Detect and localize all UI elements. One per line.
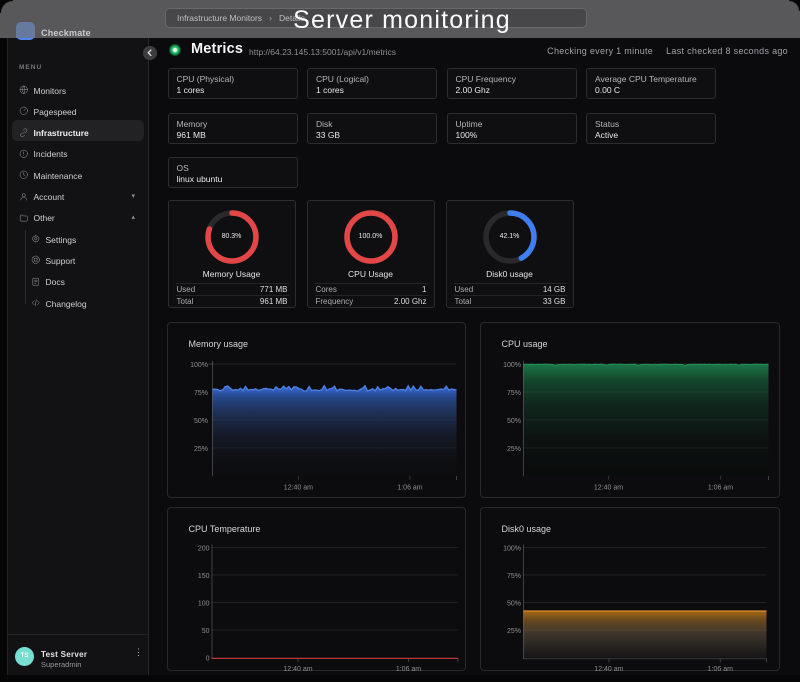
svg-text:0: 0 (205, 655, 209, 662)
svg-text:1:06 am: 1:06 am (707, 485, 732, 492)
svg-text:1:06 am: 1:06 am (397, 485, 422, 492)
svg-text:50%: 50% (193, 418, 207, 425)
svg-text:100%: 100% (190, 362, 208, 369)
svg-text:12:40 am: 12:40 am (593, 485, 622, 492)
svg-text:150: 150 (197, 573, 209, 580)
svg-text:100: 100 (197, 601, 209, 608)
svg-text:75%: 75% (506, 390, 520, 397)
svg-text:12:40 am: 12:40 am (594, 666, 623, 672)
svg-text:75%: 75% (506, 573, 520, 580)
svg-text:50%: 50% (506, 418, 520, 425)
svg-text:25%: 25% (506, 446, 520, 453)
svg-text:25%: 25% (193, 446, 207, 453)
svg-text:100%: 100% (503, 362, 521, 369)
svg-text:12:40 am: 12:40 am (283, 666, 312, 672)
svg-text:25%: 25% (506, 628, 520, 635)
svg-text:200: 200 (197, 546, 209, 553)
svg-text:75%: 75% (193, 390, 207, 397)
svg-text:12:40 am: 12:40 am (283, 485, 312, 492)
svg-text:1:06 am: 1:06 am (707, 666, 732, 672)
svg-text:50%: 50% (506, 601, 520, 608)
svg-text:100%: 100% (503, 546, 521, 553)
svg-text:1:06 am: 1:06 am (395, 666, 420, 672)
svg-text:50: 50 (201, 628, 209, 635)
